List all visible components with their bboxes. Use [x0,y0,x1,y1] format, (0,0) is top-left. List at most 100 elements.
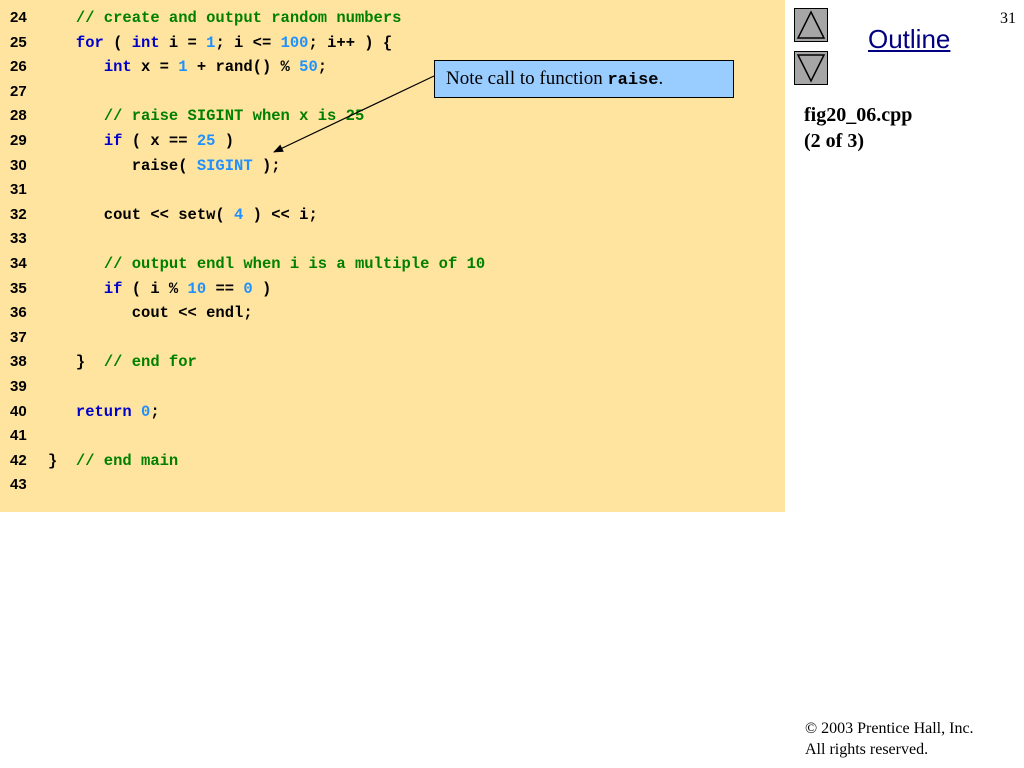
code-token: x = [131,58,179,77]
code-token: 100 [280,33,309,52]
code-text: // create and output random numbers [48,6,402,31]
code-line: 29 if ( x == 25 ) [0,129,785,154]
code-text: for ( int i = 1; i <= 100; i++ ) { [48,31,392,56]
copyright-line-2: All rights reserved. [805,741,929,758]
code-token: } [48,353,104,372]
code-token: ; i++ ) { [308,33,393,52]
code-line: 30 raise( SIGINT ); [0,154,785,179]
code-token: i = [159,33,207,52]
code-token: if [103,279,123,298]
code-token: // raise SIGINT when x is 25 [103,107,365,126]
line-number: 43 [10,476,27,494]
code-line: 35 if ( i % 10 == 0 ) [0,277,785,302]
code-text: raise( SIGINT ); [48,154,281,179]
callout-note: Note call to function raise. [434,60,734,98]
code-token: ( i % [122,279,188,298]
code-token: // create and output random numbers [75,9,402,27]
code-line: 39 [0,375,785,400]
code-token: for [75,33,104,52]
triangle-up-icon [796,10,826,39]
code-token: SIGINT [196,156,253,175]
code-token: int [131,33,160,52]
code-line: 41 [0,424,785,449]
line-number: 31 [10,181,27,199]
line-number: 41 [10,427,27,445]
code-token: 25 [196,132,216,150]
line-number: 35 [10,279,27,297]
line-number: 28 [10,107,27,125]
code-token: ( [103,33,132,52]
code-token: ; [150,402,160,421]
code-token: // output endl when i is a multiple of 1… [103,255,486,273]
code-line: 37 [0,326,785,351]
code-token: if [103,132,123,150]
code-text: return 0; [48,400,160,425]
code-line: 36 cout << endl; [0,301,785,326]
code-line: 38 } // end for [0,350,785,375]
outline-link[interactable]: Outline [868,24,950,55]
copyright-line-1: © 2003 Prentice Hall, Inc. [805,720,974,737]
code-line: 33 [0,227,785,252]
code-token: } [48,451,76,470]
code-text: cout << endl; [48,301,253,326]
code-text: int x = 1 + rand() % 50; [48,55,327,80]
code-line: 31 [0,178,785,203]
line-number: 37 [10,328,27,346]
code-line: 24 // create and output random numbers [0,6,785,31]
line-number: 30 [10,156,27,174]
line-number: 33 [10,230,27,248]
line-number: 27 [10,82,27,100]
code-text: cout << setw( 4 ) << i; [48,203,318,228]
next-slide-button[interactable] [794,51,828,85]
code-line: 34 // output endl when i is a multiple o… [0,252,785,277]
code-token: ; i <= [215,33,281,52]
file-part: (2 of 3) [804,130,864,152]
code-token: == [206,279,244,298]
line-number: 40 [10,402,27,420]
code-token: ) << i; [243,205,318,224]
code-token: 10 [187,279,207,298]
code-token: // end main [75,451,179,470]
code-line: 25 for ( int i = 1; i <= 100; i++ ) { [0,31,785,56]
code-token: 0 [243,279,253,298]
code-line: 43 [0,473,785,498]
code-line: 42} // end main [0,449,785,474]
code-text: if ( i % 10 == 0 ) [48,277,271,302]
line-number: 34 [10,255,27,272]
code-line: 40 return 0; [0,400,785,425]
file-title: fig20_06.cpp [804,104,913,126]
code-text: } // end main [48,449,178,474]
code-token: return [75,402,132,421]
line-number: 32 [10,205,27,223]
line-number: 24 [10,9,27,26]
code-token: ( x == [122,132,197,150]
code-token: ) [252,279,272,298]
code-token: ; [317,58,328,77]
line-number: 38 [10,353,27,371]
line-number: 36 [10,304,27,322]
code-line: 32 cout << setw( 4 ) << i; [0,203,785,228]
line-number: 26 [10,58,27,76]
code-token: 4 [234,205,244,224]
code-token: 0 [141,402,151,421]
code-line: 28 // raise SIGINT when x is 25 [0,104,785,129]
code-token: cout << endl; [48,304,253,323]
file-label: fig20_06.cpp (2 of 3) [804,102,912,154]
line-number: 42 [10,451,27,469]
triangle-down-icon [796,54,826,83]
line-number: 29 [10,132,27,149]
previous-slide-button[interactable] [794,8,828,42]
code-text: // raise SIGINT when x is 25 [48,104,364,129]
code-token: ) [215,132,235,150]
slide-number: 31 [1000,10,1016,27]
line-number: 25 [10,33,27,51]
code-token: // end for [103,353,197,372]
code-token: raise( [48,156,197,175]
